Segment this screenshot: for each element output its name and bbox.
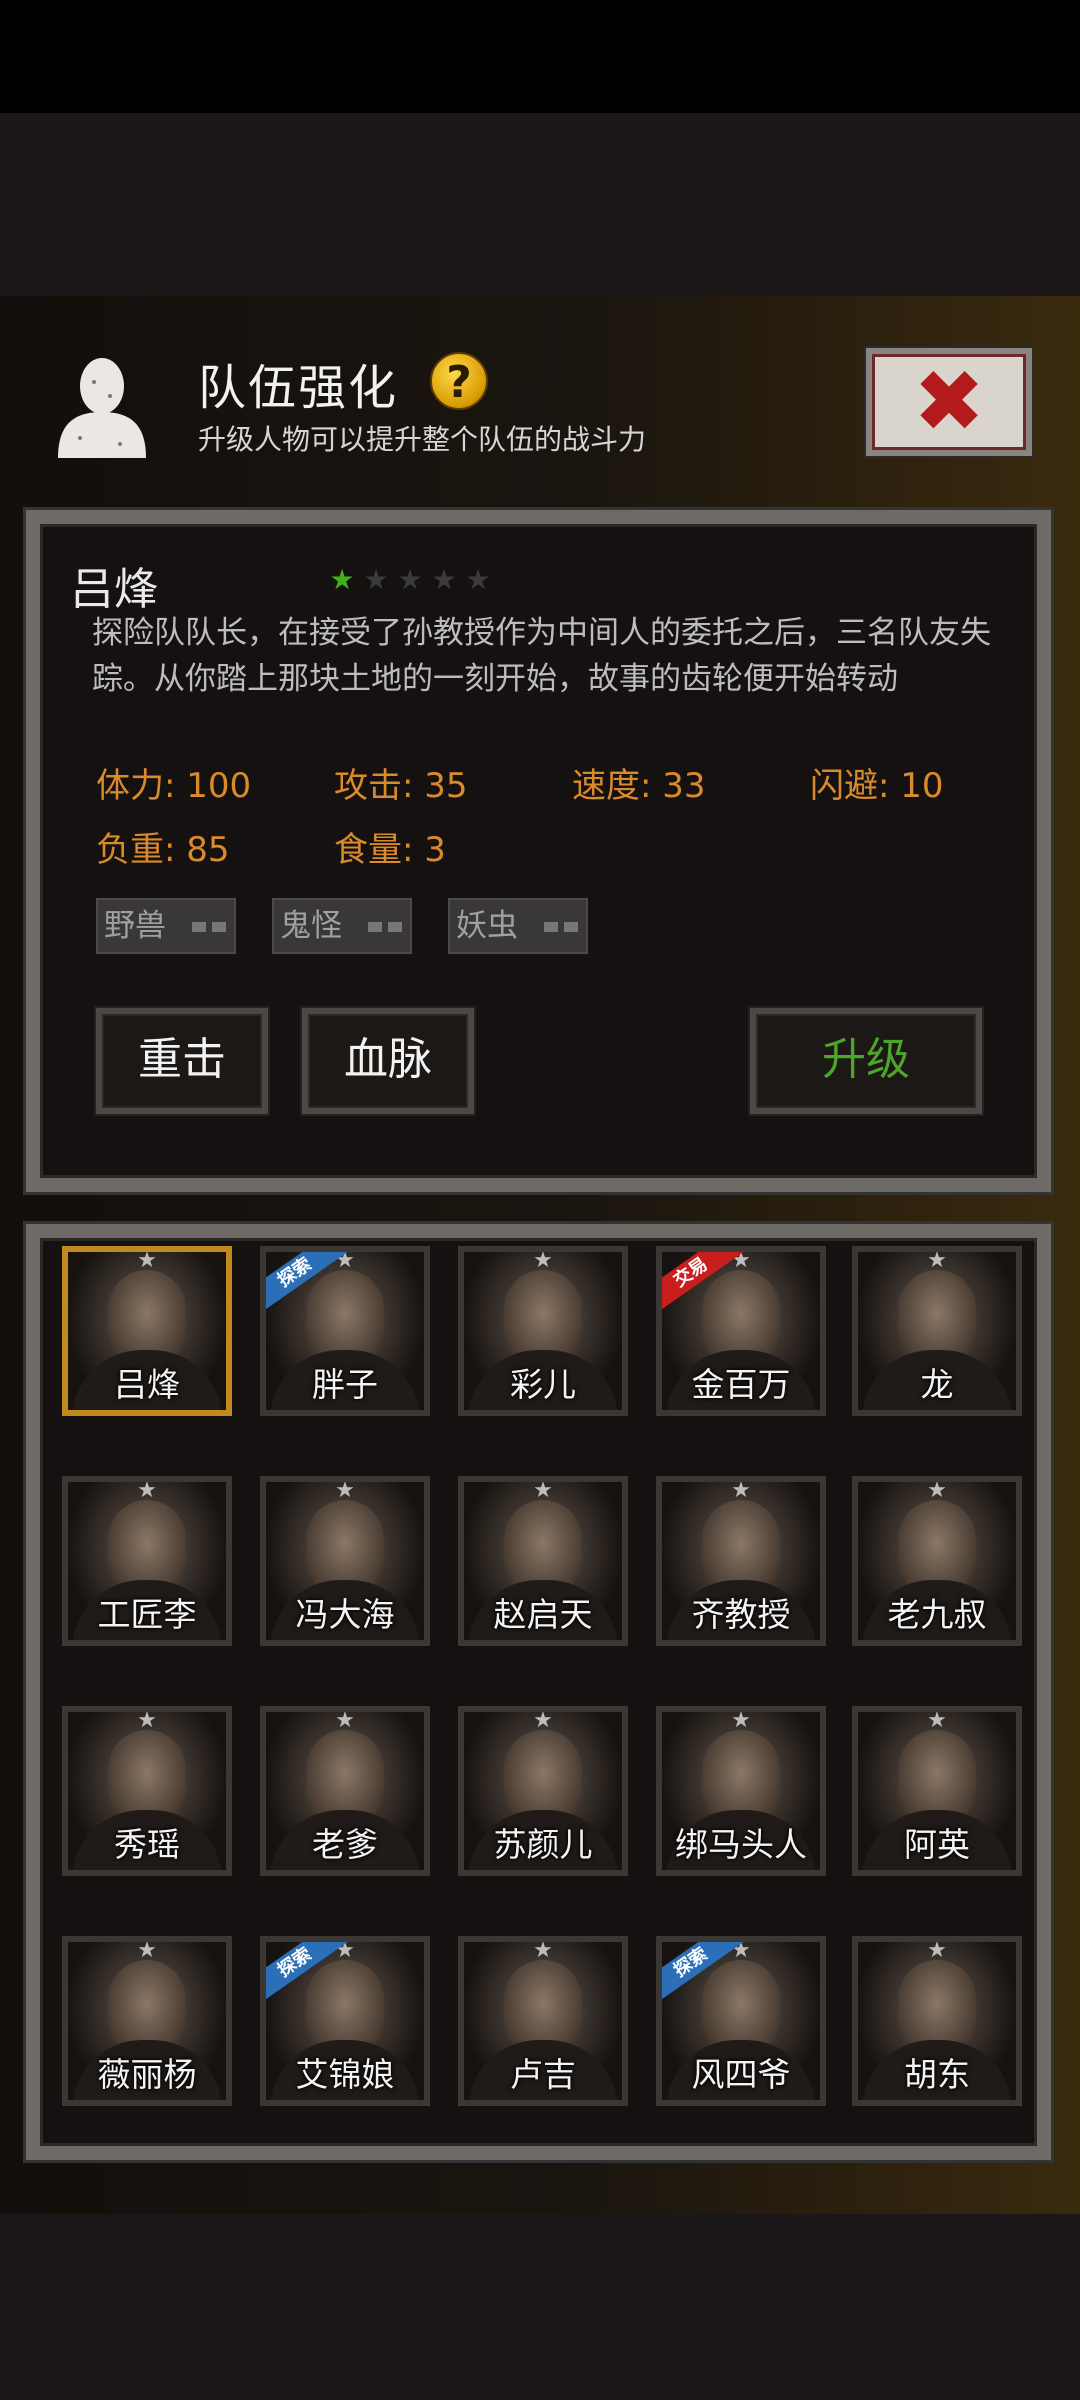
roster-card[interactable]: ★ 秀瑶	[62, 1706, 232, 1876]
stat-hp: 体力: 100	[96, 766, 252, 806]
star-empty-icon: ★	[431, 563, 457, 596]
roster-card[interactable]: ★ 苏颜儿	[458, 1706, 628, 1876]
roster-card-name: 金百万	[691, 1365, 791, 1404]
rank-star-icon: ★	[533, 1938, 553, 1963]
stat-load: 负重: 85	[96, 830, 230, 870]
rank-star-icon: ★	[927, 1478, 947, 1503]
roster-card-name: 赵启天	[493, 1595, 593, 1634]
roster-card-name: 工匠李	[97, 1595, 197, 1634]
roster-card-name: 龙	[920, 1365, 954, 1404]
star-filled-icon: ★	[329, 563, 355, 596]
roster-card-name: 苏颜儿	[493, 1825, 593, 1864]
roster-card-name: 秀瑶	[114, 1825, 180, 1864]
close-icon: ✖	[912, 352, 986, 452]
character-star-rating: ★ ★ ★ ★ ★	[328, 566, 492, 594]
team-avatar-icon	[58, 358, 146, 458]
roster-card-name: 冯大海	[295, 1595, 395, 1634]
rank-star-icon: ★	[335, 1708, 355, 1733]
roster-card-name: 阿英	[904, 1825, 970, 1864]
star-empty-icon: ★	[465, 563, 491, 596]
roster-card[interactable]: ★ 赵启天	[458, 1476, 628, 1646]
star-empty-icon: ★	[397, 563, 423, 596]
roster-card-name: 齐教授	[691, 1595, 791, 1634]
upgrade-button[interactable]: 升级	[750, 1008, 982, 1114]
help-icon[interactable]: ?	[430, 352, 488, 410]
roster-card-name: 风四爷	[691, 2055, 791, 2094]
roster-card-name: 卢吉	[510, 2055, 576, 2094]
roster-card-name: 绑马头人	[675, 1825, 807, 1864]
roster-card[interactable]: ★ 探索 胖子	[260, 1246, 430, 1416]
roster-card[interactable]: ★ 探索 风四爷	[656, 1936, 826, 2106]
stat-dodge: 闪避: 10	[810, 766, 944, 806]
roster-card[interactable]: ★ 彩儿	[458, 1246, 628, 1416]
roster-card-name: 艾锦娘	[295, 2055, 395, 2094]
stat-food: 食量: 3	[334, 830, 446, 870]
roster-card[interactable]: ★ 老九叔	[852, 1476, 1022, 1646]
tag-label: 野兽	[104, 908, 166, 944]
tag-label: 妖虫	[456, 908, 518, 944]
tag-beast[interactable]: 野兽	[96, 898, 236, 954]
rank-star-icon: ★	[533, 1708, 553, 1733]
roster-card[interactable]: ★ 卢吉	[458, 1936, 628, 2106]
tag-indicator	[544, 922, 578, 932]
skill-heavy-strike-button[interactable]: 重击	[96, 1008, 268, 1114]
roster-card[interactable]: ★ 老爹	[260, 1706, 430, 1876]
rank-star-icon: ★	[137, 1708, 157, 1733]
rank-star-icon: ★	[137, 1938, 157, 1963]
roster-card-name: 胖子	[312, 1365, 378, 1404]
roster-card-name: 胡东	[904, 2055, 970, 2094]
roster-card[interactable]: ★ 薇丽杨	[62, 1936, 232, 2106]
status-bar	[0, 0, 1080, 113]
character-description: 探险队队长，在接受了孙教授作为中间人的委托之后，三名队友失踪。从你踏上那块土地的…	[92, 615, 991, 697]
roster-card-name: 薇丽杨	[97, 2055, 197, 2094]
roster-card-name: 老九叔	[887, 1595, 987, 1634]
tag-indicator	[192, 922, 226, 932]
page-subtitle: 升级人物可以提升整个队伍的战斗力	[198, 423, 647, 456]
rank-star-icon: ★	[927, 1248, 947, 1273]
roster-card[interactable]: ★ 探索 艾锦娘	[260, 1936, 430, 2106]
stat-speed: 速度: 33	[572, 766, 706, 806]
roster-card[interactable]: ★ 冯大海	[260, 1476, 430, 1646]
roster-card[interactable]: ★ 龙	[852, 1246, 1022, 1416]
character-name: 吕烽	[70, 564, 158, 615]
roster-card[interactable]: ★ 齐教授	[656, 1476, 826, 1646]
skill-bloodline-button[interactable]: 血脉	[302, 1008, 474, 1114]
top-band	[0, 113, 1080, 296]
roster-card[interactable]: ★ 阿英	[852, 1706, 1022, 1876]
rank-star-icon: ★	[137, 1478, 157, 1503]
roster-card[interactable]: ★ 吕烽	[62, 1246, 232, 1416]
rank-star-icon: ★	[927, 1938, 947, 1963]
roster-card[interactable]: ★ 胡东	[852, 1936, 1022, 2106]
roster-card[interactable]: ★ 交易 金百万	[656, 1246, 826, 1416]
rank-star-icon: ★	[731, 1708, 751, 1733]
tag-insect[interactable]: 妖虫	[448, 898, 588, 954]
rank-star-icon: ★	[731, 1478, 751, 1503]
rank-star-icon: ★	[533, 1478, 553, 1503]
roster-card[interactable]: ★ 绑马头人	[656, 1706, 826, 1876]
rank-star-icon: ★	[927, 1708, 947, 1733]
tag-label: 鬼怪	[280, 908, 342, 944]
tag-ghost[interactable]: 鬼怪	[272, 898, 412, 954]
roster-card-name: 老爹	[312, 1825, 378, 1864]
star-empty-icon: ★	[363, 563, 389, 596]
roster-card[interactable]: ★ 工匠李	[62, 1476, 232, 1646]
roster-card-name: 彩儿	[510, 1365, 576, 1404]
close-button[interactable]: ✖	[866, 348, 1032, 456]
rank-star-icon: ★	[137, 1248, 157, 1273]
page-title: 队伍强化	[198, 360, 399, 416]
rank-star-icon: ★	[335, 1478, 355, 1503]
tag-indicator	[368, 922, 402, 932]
bottom-band	[0, 2214, 1080, 2400]
stat-attack: 攻击: 35	[334, 766, 468, 806]
roster-card-name: 吕烽	[114, 1365, 180, 1404]
rank-star-icon: ★	[533, 1248, 553, 1273]
